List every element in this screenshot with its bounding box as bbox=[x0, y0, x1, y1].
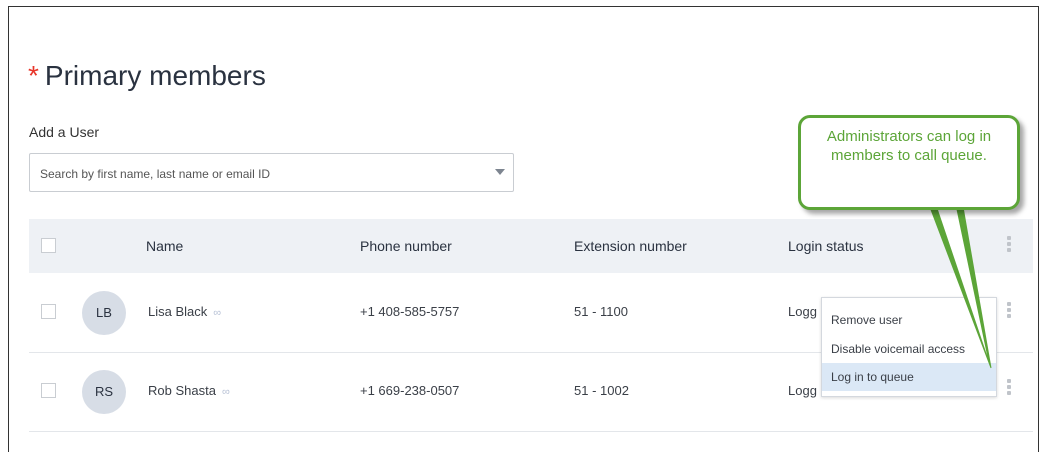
callout-pointer bbox=[929, 206, 992, 369]
callout-text: Administrators can log in members to cal… bbox=[826, 128, 992, 164]
callout-annotation: Administrators can log in members to cal… bbox=[798, 115, 1020, 210]
